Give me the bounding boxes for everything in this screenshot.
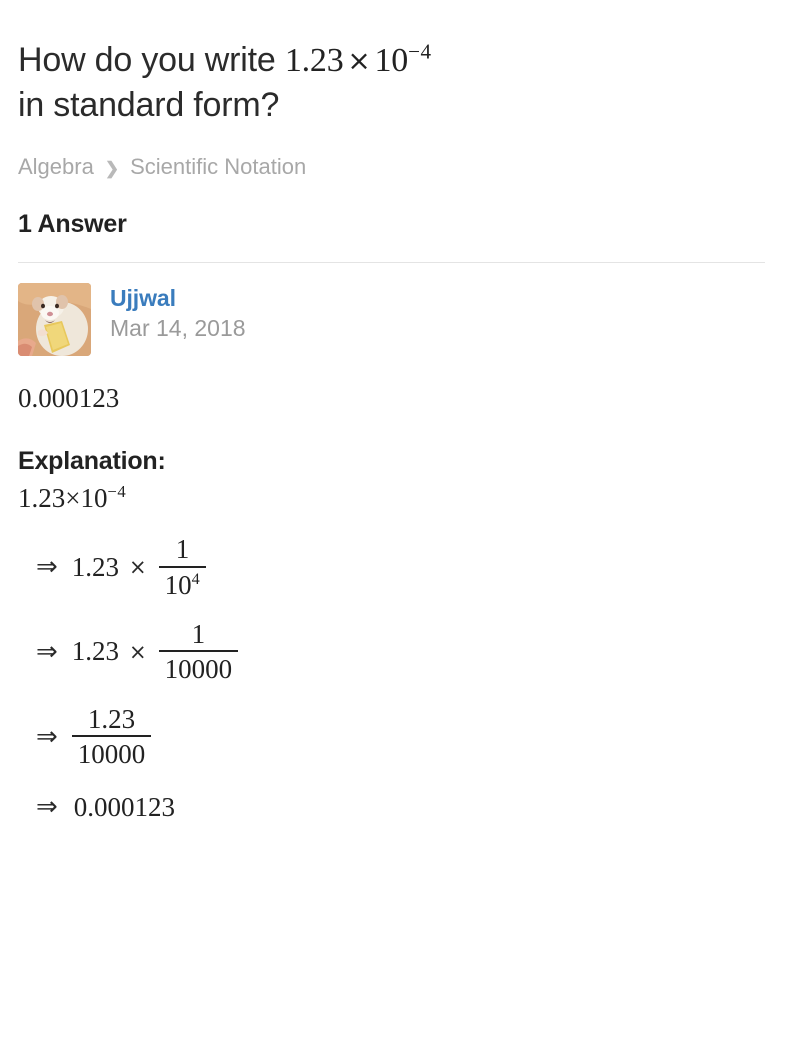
answer-value: 0.000123 (18, 383, 120, 414)
breadcrumb-item-algebra[interactable]: Algebra (18, 154, 94, 180)
math-step-4: ⇒ 0.000123 (36, 792, 782, 823)
step1-fraction: 1 104 (158, 534, 207, 599)
step4-result: 0.000123 (73, 791, 176, 822)
chevron-right-icon: ❯ (104, 158, 120, 178)
breadcrumb: Algebra ❯ Scientific Notation (18, 154, 782, 180)
answer-author-row: Ujjwal Mar 14, 2018 (18, 283, 782, 357)
section-divider (18, 262, 765, 264)
math-coefficient: 1.23 (284, 42, 344, 79)
expression-coefficient: 1.23 (18, 483, 66, 514)
step1-coefficient: 1.23 (71, 551, 120, 582)
implies-arrow-icon: ⇒ (36, 636, 58, 667)
answer-page: How do you write 1.23 × 10−4 in standard fo… (0, 0, 800, 823)
avatar[interactable] (18, 283, 91, 357)
answers-count-heading: 1 Answer (18, 210, 127, 239)
math-exponent: −4 (408, 39, 432, 64)
author-meta: Ujjwal Mar 14, 2018 (110, 283, 246, 344)
step1-denominator-base: 10 (164, 569, 192, 600)
multiply-sign: × (65, 483, 81, 514)
step1-numerator: 1 (175, 534, 190, 565)
expression-exponent: −4 (107, 482, 127, 502)
implies-arrow-icon: ⇒ (36, 721, 58, 752)
page-title: How do you write 1.23 × 10−4 in standard fo… (18, 0, 782, 128)
implies-arrow-icon: ⇒ (36, 792, 58, 822)
explanation-expression: 1.23×10−4 (18, 483, 782, 514)
step2-numerator: 1 (191, 619, 206, 650)
answer-date: Mar 14, 2018 (110, 315, 246, 342)
multiply-sign: × (129, 555, 147, 580)
expression-base: 10 (80, 483, 108, 514)
step3-denominator: 10000 (77, 739, 146, 770)
step1-denominator: 104 (159, 568, 207, 599)
step2-denominator: 10000 (164, 654, 233, 685)
math-step-3: ⇒ 1.23 10000 (36, 703, 782, 770)
question-text-suffix: in standard form? (18, 86, 280, 125)
author-name[interactable]: Ujjwal (110, 284, 246, 312)
implies-arrow-icon: ⇒ (36, 552, 58, 583)
breadcrumb-item-scientific-notation[interactable]: Scientific Notation (130, 154, 306, 180)
multiply-sign: × (129, 639, 147, 664)
math-base: 10 (374, 42, 409, 79)
multiply-sign: × (347, 44, 371, 78)
question-inline-math: 1.23 × 10−4 (284, 39, 432, 79)
step2-fraction: 1 10000 (158, 619, 239, 685)
step2-coefficient: 1.23 (71, 636, 120, 667)
math-step-2: ⇒ 1.23 × 1 10000 (36, 620, 782, 684)
step3-fraction: 1.23 10000 (71, 703, 152, 770)
explanation-heading: Explanation: (18, 447, 166, 476)
math-step-1: ⇒ 1.23 × 1 104 (36, 535, 782, 599)
step3-numerator: 1.23 (87, 703, 136, 734)
step1-denominator-exponent: 4 (191, 569, 201, 588)
question-text-prefix: How do you write (18, 41, 285, 79)
